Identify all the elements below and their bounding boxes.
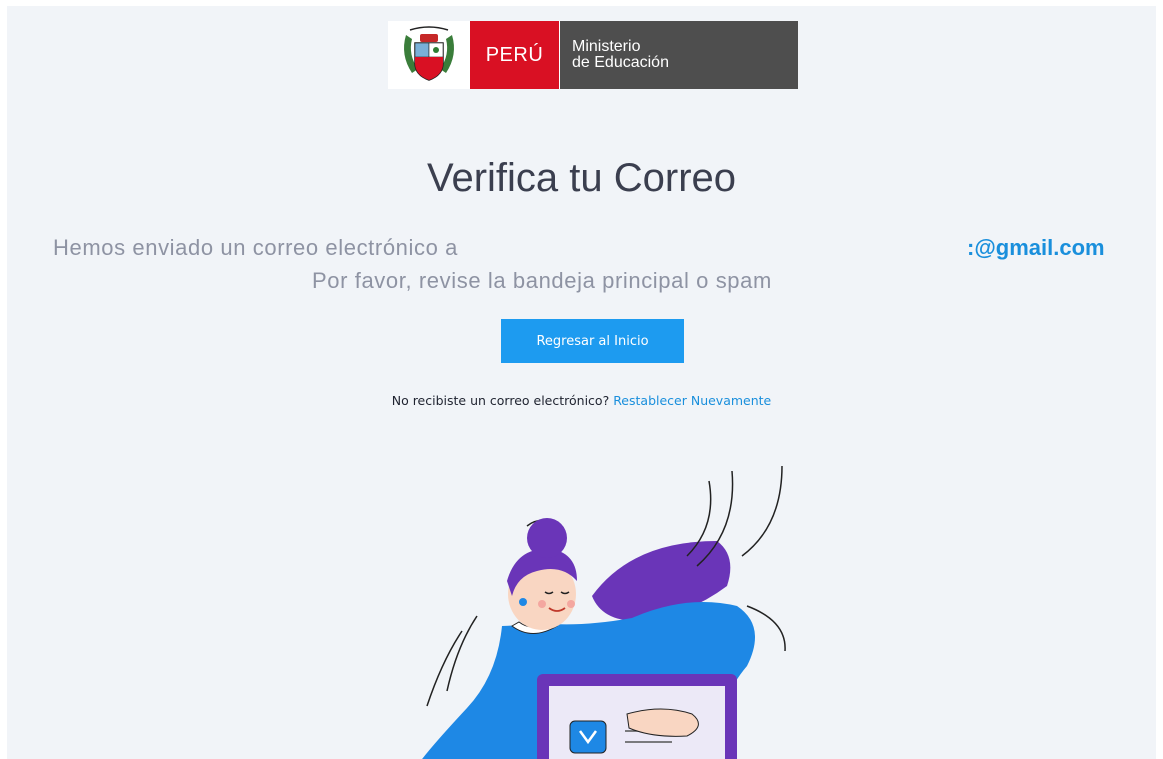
peru-coat-of-arms-icon: [388, 21, 470, 89]
country-label: PERÚ: [470, 21, 559, 89]
ministry-name-line1: Ministerio: [572, 38, 641, 55]
recipient-email: :@gmail.com: [967, 235, 1105, 260]
page-title: Verifica tu Correo: [426, 156, 737, 200]
sent-message-prefix: Hemos enviado un correo electrónico a: [53, 235, 458, 260]
resend-link[interactable]: Restablecer Nuevamente: [613, 393, 771, 408]
back-to-home-button[interactable]: Regresar al Inicio: [501, 319, 684, 363]
ministry-logo: PERÚ Ministerio de Educación: [388, 21, 798, 89]
check-inbox-message: Por favor, revise la bandeja principal o…: [312, 268, 772, 293]
resend-prompt: No recibiste un correo electrónico? Rest…: [7, 393, 1156, 408]
woman-holding-email-illustration: [422, 465, 786, 759]
ministry-name-line2: de Educación: [572, 54, 669, 71]
ministry-name: Ministerio de Educación: [559, 21, 798, 89]
page: PERÚ Ministerio de Educación Verifica tu…: [7, 6, 1156, 759]
resend-question: No recibiste un correo electrónico?: [391, 393, 610, 408]
sent-message: Hemos enviado un correo electrónico a :@…: [53, 235, 1153, 261]
